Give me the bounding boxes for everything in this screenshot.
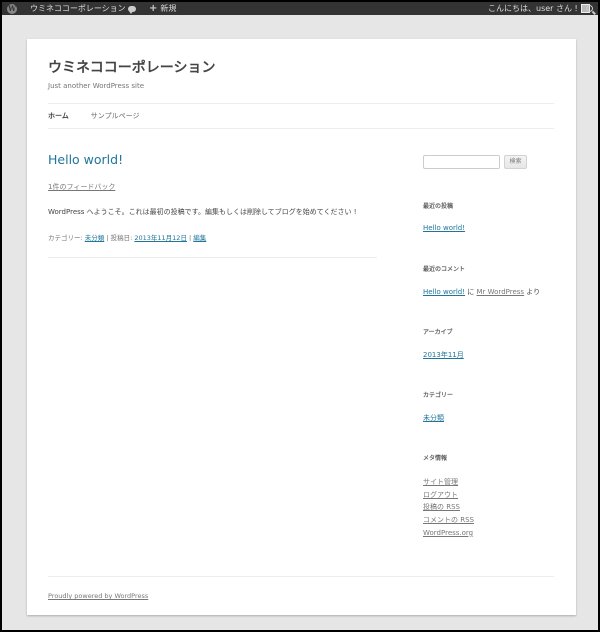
site-name-label: ウミネココーポレーション [30,4,126,13]
categories-heading: カテゴリー [423,392,454,399]
admin-bar-site-name[interactable]: ウミネココーポレーション [30,2,126,15]
search-button[interactable]: 検索 [504,155,527,169]
wordpress-logo-icon: W [7,3,17,14]
nav-item-home[interactable]: ホーム [48,111,69,121]
meta-link-posts-rss[interactable]: 投稿の RSS [423,501,474,514]
meta-link-site-admin[interactable]: サイト管理 [423,476,474,489]
archives-heading: アーカイブ [423,329,453,336]
wp-logo-menu[interactable]: W [7,2,17,15]
comment-connector: に [465,288,477,296]
page-container: ウミネココーポレーション Just another WordPress site… [27,39,576,615]
admin-bar-search[interactable] [586,2,593,15]
meta-heading: メタ情報 [423,455,448,462]
admin-bar-my-account[interactable]: こんにちは、user さん ! [488,2,590,15]
meta-link-wordpress-org[interactable]: WordPress.org [423,527,474,540]
edit-link[interactable]: 編集 [193,234,206,242]
powered-by-link[interactable]: Proudly powered by WordPress [48,592,148,600]
recent-post-link[interactable]: Hello world! [423,224,465,232]
comment-bubble-icon [128,5,136,14]
new-label: 新規 [160,4,177,13]
nav-item-sample-page[interactable]: サンプルページ [91,111,140,121]
main-navigation: ホーム サンプルページ [48,111,161,121]
post-divider [48,257,377,258]
admin-bar-comments[interactable] [128,2,136,15]
post-title-link[interactable]: Hello world! [48,152,123,167]
greeting-label: こんにちは、user さん ! [488,4,578,13]
post-content: WordPress へようこそ。これは最初の投稿です。編集もしくは削除してブログ… [48,208,357,216]
category-label: カテゴリー: [48,234,85,242]
admin-bar-new-content[interactable]: + 新規 [149,2,176,15]
header-divider-bottom [48,128,554,129]
site-title[interactable]: ウミネココーポレーション [48,57,215,77]
plus-icon: + [149,3,158,14]
category-link[interactable]: 未分類 [85,234,105,242]
recent-comment-item: Hello world! に Mr WordPress より [423,287,540,297]
admin-bar: W ウミネココーポレーション + 新規 こんにちは、user さん ! [2,2,598,15]
comment-connector: より [524,288,541,296]
site-description: Just another WordPress site [48,82,145,90]
footer-divider [48,576,554,577]
browser-viewport: W ウミネココーポレーション + 新規 こんにちは、user さん ! ウミネコ… [2,2,598,630]
recent-posts-heading: 最近の投稿 [423,203,454,210]
meta-links-list: サイト管理 ログアウト 投稿の RSS コメントの RSS WordPress.… [423,476,474,540]
comments-link[interactable]: 1件のフィードバック [48,182,115,192]
comment-author-link[interactable]: Mr WordPress [477,288,525,296]
search-icon [586,5,593,12]
comment-post-link[interactable]: Hello world! [423,288,465,296]
meta-link-comments-rss[interactable]: コメントの RSS [423,514,474,527]
category-widget-link[interactable]: 未分類 [423,413,444,423]
archive-link[interactable]: 2013年11月 [423,350,464,360]
recent-comments-heading: 最近のコメント [423,266,466,273]
meta-link-logout[interactable]: ログアウト [423,489,474,502]
posted-label: 投稿日: [110,234,135,242]
post-date-link[interactable]: 2013年11月12日 [134,234,187,242]
search-input[interactable] [423,155,500,169]
header-divider-top [48,103,554,104]
post-meta: カテゴリー: 未分類 | 投稿日: 2013年11月12日 | 編集 [48,232,206,242]
